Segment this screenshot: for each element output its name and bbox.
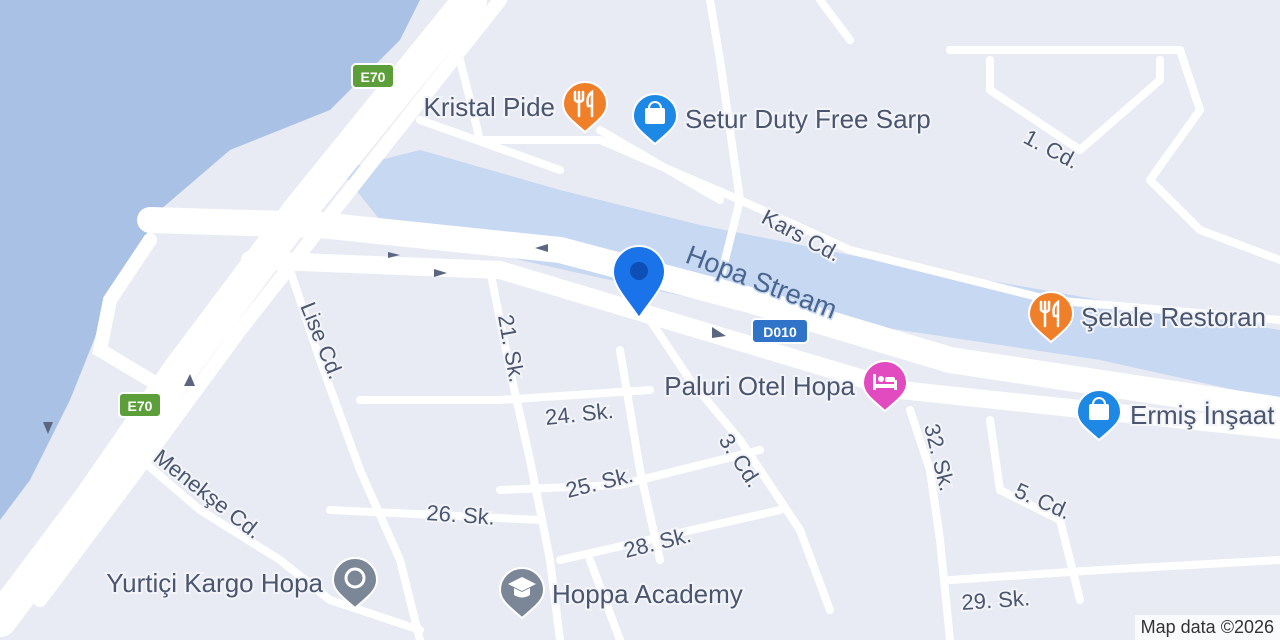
street-label-26sk: 26. Sk. bbox=[426, 500, 496, 530]
map-canvas[interactable]: E70 E70 D010 Hopa Stream 1. Cd. Kars Cd.… bbox=[0, 0, 1280, 640]
svg-text:E70: E70 bbox=[128, 398, 153, 414]
poi-label[interactable]: Paluri Otel Hopa bbox=[662, 369, 857, 403]
shield-e70-north: E70 bbox=[351, 63, 395, 89]
location-dot-icon bbox=[630, 262, 648, 280]
poi-label[interactable]: Setur Duty Free Sarp bbox=[683, 102, 933, 136]
street-label-29sk: 29. Sk. bbox=[961, 585, 1031, 615]
map-svg[interactable]: E70 E70 D010 Hopa Stream 1. Cd. Kars Cd.… bbox=[0, 0, 1280, 640]
poi-label[interactable]: Hoppa Academy bbox=[550, 577, 745, 611]
shield-d010: D010 bbox=[751, 318, 809, 344]
poi-label[interactable]: Ermiş İnşaat bbox=[1128, 398, 1277, 432]
poi-label[interactable]: Yurtiçi Kargo Hopa bbox=[104, 566, 325, 600]
poi-label[interactable]: Kristal Pide bbox=[422, 90, 558, 124]
poi-label[interactable]: Şelale Restoran bbox=[1079, 300, 1268, 334]
svg-text:E70: E70 bbox=[361, 69, 386, 85]
svg-text:D010: D010 bbox=[763, 324, 797, 340]
map-attribution[interactable]: Map data ©2026 bbox=[1134, 615, 1280, 640]
shield-e70-south: E70 bbox=[118, 392, 162, 418]
